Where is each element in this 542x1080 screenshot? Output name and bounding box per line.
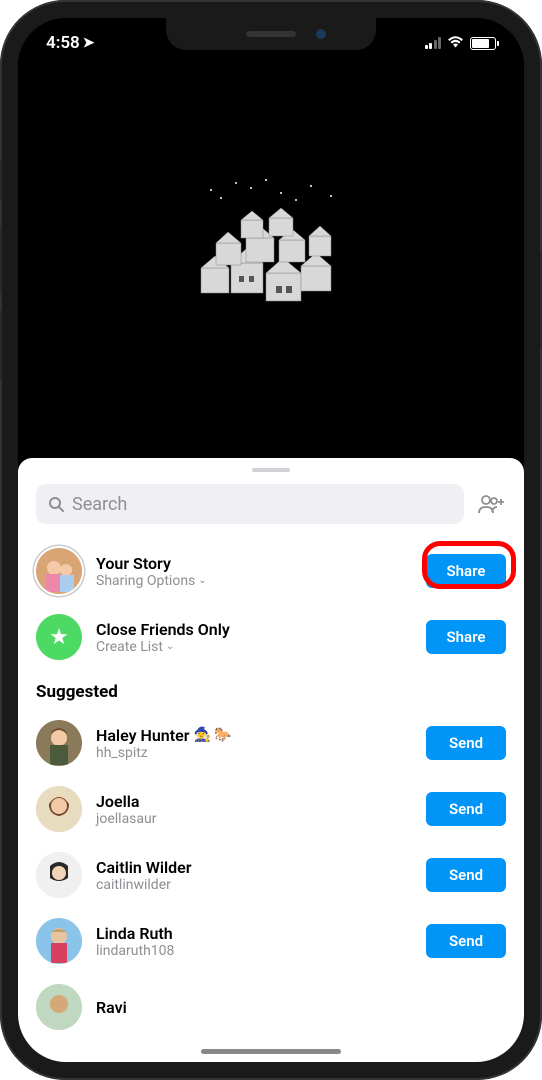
user-handle: joellasaur <box>96 811 412 827</box>
user-name: Linda Ruth <box>96 924 412 943</box>
search-icon <box>48 496 64 512</box>
story-preview-image <box>18 18 524 458</box>
user-name: Caitlin Wilder <box>96 858 412 877</box>
create-group-icon[interactable] <box>478 494 506 514</box>
send-button[interactable]: Send <box>426 924 506 958</box>
send-button[interactable]: Send <box>426 858 506 892</box>
sheet-handle[interactable] <box>252 468 290 472</box>
send-button[interactable]: Send <box>426 726 506 760</box>
your-story-avatar[interactable] <box>36 548 82 594</box>
user-handle: caitlinwilder <box>96 877 412 893</box>
location-icon: ➤ <box>83 35 95 51</box>
suggested-header: Suggested <box>18 670 524 710</box>
home-indicator[interactable] <box>201 1049 341 1054</box>
time-text: 4:58 <box>46 33 80 53</box>
suggested-row: Haley Hunter 🧙‍♀️ 🐎 hh_spitz Send <box>18 710 524 776</box>
search-input[interactable]: Search <box>36 484 464 524</box>
share-sheet: Search Your Story Sharing Options ⌄ <box>18 458 524 1062</box>
user-avatar[interactable] <box>36 984 82 1030</box>
user-name: Ravi <box>96 998 506 1017</box>
user-handle: hh_spitz <box>96 745 412 761</box>
share-your-story-button[interactable]: Share <box>426 554 506 588</box>
user-avatar[interactable] <box>36 852 82 898</box>
suggested-row: Caitlin Wilder caitlinwilder Send <box>18 842 524 908</box>
cellular-signal-icon <box>425 37 442 49</box>
chevron-down-icon: ⌄ <box>198 575 206 586</box>
search-placeholder: Search <box>72 494 127 515</box>
suggested-row: Joella joellasaur Send <box>18 776 524 842</box>
user-name: Haley Hunter <box>96 726 189 745</box>
notch <box>166 18 376 50</box>
user-badges: 🧙‍♀️ 🐎 <box>193 727 231 743</box>
row-your-story: Your Story Sharing Options ⌄ Share <box>18 538 524 604</box>
screen: 4:58 ➤ <box>18 18 524 1062</box>
your-story-title: Your Story <box>96 554 412 573</box>
status-time: 4:58 ➤ <box>46 33 95 53</box>
close-friends-title: Close Friends Only <box>96 620 412 639</box>
sharing-options-link[interactable]: Sharing Options ⌄ <box>96 573 412 589</box>
close-friends-avatar[interactable]: ★ <box>36 614 82 660</box>
user-name: Joella <box>96 792 412 811</box>
row-close-friends: ★ Close Friends Only Create List ⌄ Share <box>18 604 524 670</box>
status-right <box>425 34 497 52</box>
wifi-icon <box>447 34 464 52</box>
user-avatar[interactable] <box>36 720 82 766</box>
user-avatar[interactable] <box>36 918 82 964</box>
send-button[interactable]: Send <box>426 792 506 826</box>
suggested-row: Linda Ruth lindaruth108 Send <box>18 908 524 974</box>
create-list-link[interactable]: Create List ⌄ <box>96 639 412 655</box>
battery-icon <box>470 37 496 50</box>
share-close-friends-button[interactable]: Share <box>426 620 506 654</box>
chevron-down-icon: ⌄ <box>166 641 174 652</box>
user-handle: lindaruth108 <box>96 943 412 959</box>
user-avatar[interactable] <box>36 786 82 832</box>
star-icon: ★ <box>49 625 69 650</box>
share-list[interactable]: Your Story Sharing Options ⌄ Share ★ C <box>18 538 524 1062</box>
phone-frame: 4:58 ➤ <box>0 0 542 1080</box>
suggested-row: Ravi <box>18 974 524 1030</box>
